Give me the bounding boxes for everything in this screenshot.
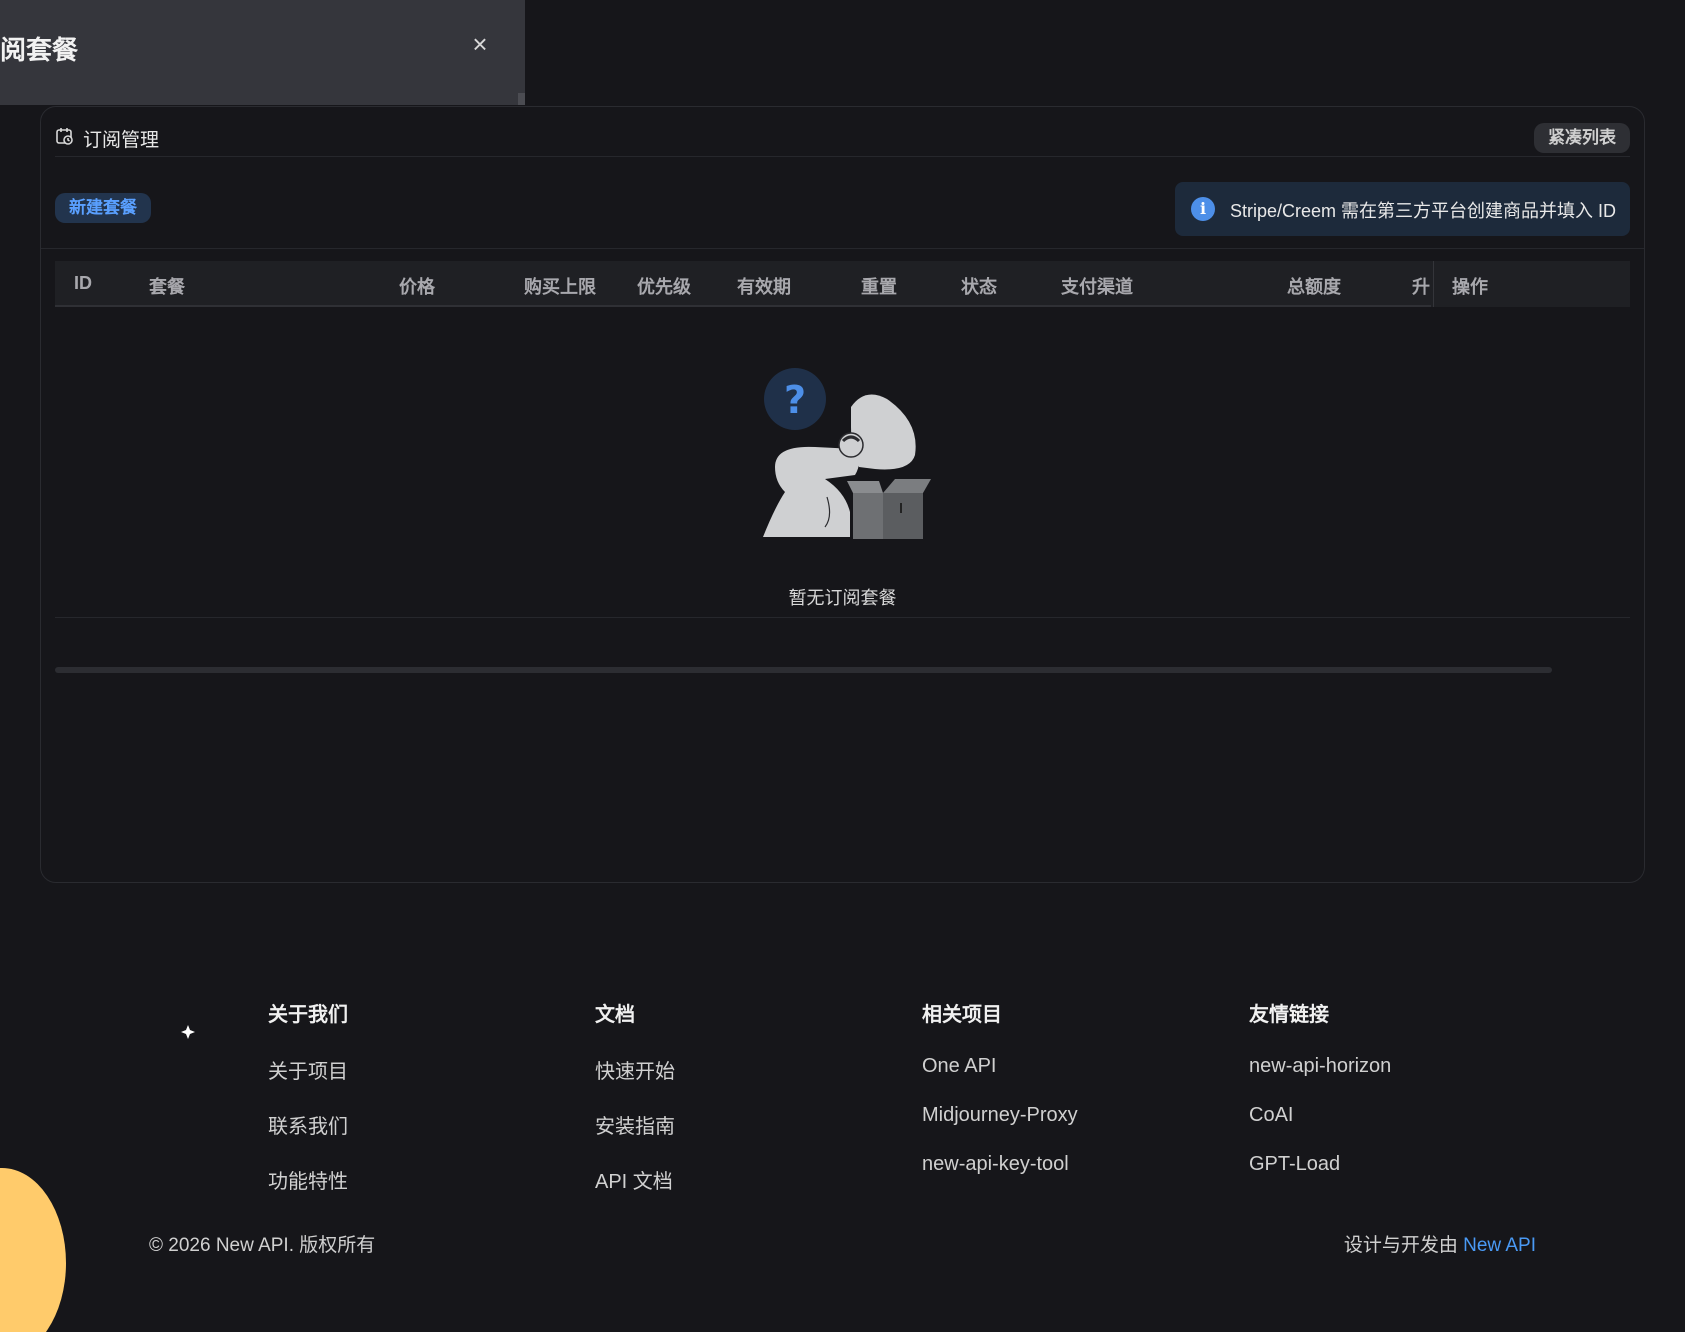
info-icon: i <box>1191 197 1215 221</box>
footer-column-about: 关于我们 关于项目 联系我们 功能特性 <box>268 998 348 1220</box>
divider <box>55 617 1630 618</box>
empty-state-text: 暂无订阅套餐 <box>788 588 897 608</box>
column-header-id[interactable]: ID <box>74 273 92 294</box>
column-header-reset[interactable]: 重置 <box>861 273 897 299</box>
made-by-text: 设计与开发由 New API <box>1344 1230 1536 1257</box>
footer-link[interactable]: CoAI <box>1249 1104 1391 1127</box>
footer-link[interactable]: 安装指南 <box>595 1110 675 1139</box>
divider <box>41 248 1644 249</box>
table-empty-state: ? 暂无订阅套餐 <box>55 307 1630 723</box>
footer-link[interactable]: 关于项目 <box>268 1055 348 1084</box>
side-sheet-scrollbar[interactable] <box>518 93 525 105</box>
new-api-link[interactable]: New API <box>1463 1235 1536 1256</box>
fixed-column-separator <box>1433 261 1434 307</box>
card-header: 订阅管理 紧凑列表 <box>55 121 1630 157</box>
column-header-purchase-limit[interactable]: 购买上限 <box>524 273 596 299</box>
made-by-prefix: 设计与开发由 <box>1343 1235 1464 1256</box>
side-sheet-title: 阅套餐 <box>0 35 79 65</box>
footer-link[interactable]: 快速开始 <box>595 1055 675 1084</box>
column-header-payment-channel[interactable]: 支付渠道 <box>1061 273 1133 299</box>
footer-column-title: 友情链接 <box>1249 1004 1329 1026</box>
column-header-price[interactable]: 价格 <box>399 273 435 299</box>
footer-link[interactable]: One API <box>922 1055 1078 1078</box>
footer-column-title: 相关项目 <box>922 1004 1002 1026</box>
info-banner-text: Stripe/Creem 需在第三方平台创建商品并填入 ID <box>1230 201 1617 221</box>
footer: 关于我们 关于项目 联系我们 功能特性 文档 快速开始 安装指南 API 文档 … <box>0 960 1685 1332</box>
subscription-card: 订阅管理 紧凑列表 新建套餐 i Stripe/Creem 需在第三方平台创建商… <box>40 106 1645 883</box>
svg-text:?: ? <box>784 378 806 422</box>
footer-link[interactable]: new-api-key-tool <box>922 1153 1078 1176</box>
card-title: 订阅管理 <box>83 130 160 151</box>
column-header-plan[interactable]: 套餐 <box>149 273 185 299</box>
footer-column-docs: 文档 快速开始 安装指南 API 文档 <box>595 998 675 1220</box>
toolbar: 新建套餐 i Stripe/Creem 需在第三方平台创建商品并填入 ID <box>55 182 1630 237</box>
footer-link[interactable]: Midjourney-Proxy <box>922 1104 1078 1127</box>
new-plan-button[interactable]: 新建套餐 <box>55 193 151 223</box>
calendar-clock-icon <box>55 126 75 146</box>
column-header-total-quota[interactable]: 总额度 <box>1287 273 1341 299</box>
compact-list-toggle[interactable]: 紧凑列表 <box>1534 123 1630 153</box>
footer-column-friends: 友情链接 new-api-horizon CoAI GPT-Load <box>1249 998 1391 1202</box>
column-header-upgrade[interactable]: 升 <box>1412 273 1430 299</box>
column-header-status[interactable]: 状态 <box>961 273 997 299</box>
column-header-priority[interactable]: 优先级 <box>637 273 691 299</box>
footer-column-title: 文档 <box>595 1004 635 1026</box>
footer-link[interactable]: 联系我们 <box>268 1110 348 1139</box>
copyright-text: © 2026 New API. 版权所有 <box>149 1235 376 1256</box>
footer-link[interactable]: 功能特性 <box>268 1165 348 1194</box>
empty-illustration-icon: ? <box>763 368 931 539</box>
horizontal-scrollbar[interactable] <box>55 667 1552 673</box>
close-icon[interactable]: × <box>468 31 492 57</box>
footer-link[interactable]: GPT-Load <box>1249 1153 1391 1176</box>
column-header-validity[interactable]: 有效期 <box>737 273 791 299</box>
footer-column-title: 关于我们 <box>268 1004 348 1026</box>
footer-column-related: 相关项目 One API Midjourney-Proxy new-api-ke… <box>922 998 1078 1202</box>
footer-link[interactable]: new-api-horizon <box>1249 1055 1391 1078</box>
footer-link[interactable]: API 文档 <box>595 1165 675 1194</box>
new-api-logo[interactable] <box>166 1010 210 1054</box>
side-sheet-header: 阅套餐 × <box>0 0 525 105</box>
info-banner: i Stripe/Creem 需在第三方平台创建商品并填入 ID <box>1175 182 1630 236</box>
page: 阅套餐 × 订阅管理 紧凑列表 新建套餐 i Stripe/Creem 需在第三… <box>0 0 1685 1332</box>
column-header-actions[interactable]: 操作 <box>1452 273 1488 299</box>
table-header: ID 套餐 价格 购买上限 优先级 有效期 重置 状态 支付渠道 总额度 升 操… <box>55 261 1630 307</box>
